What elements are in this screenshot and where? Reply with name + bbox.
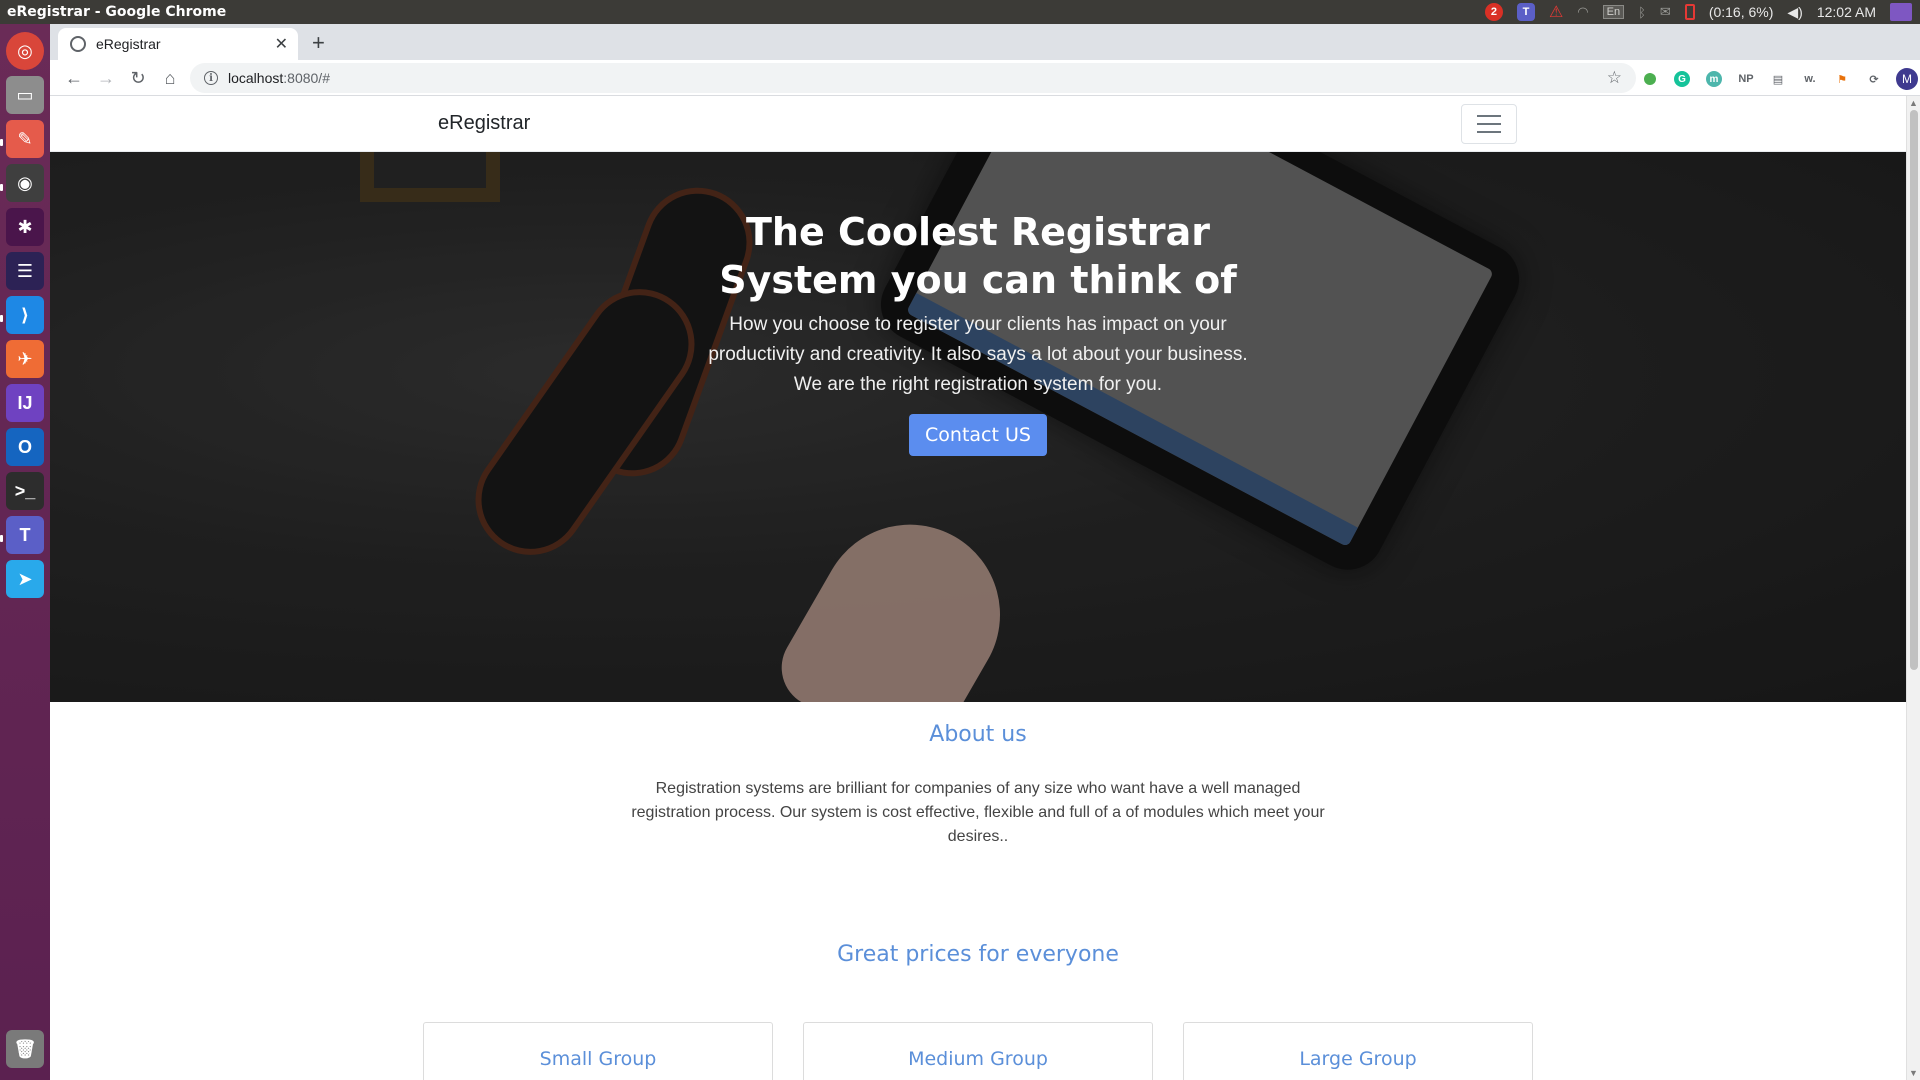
hero-title: The Coolest Registrar System you can thi… [719, 210, 1237, 302]
scroll-down-arrow-icon[interactable]: ▼ [1909, 1068, 1918, 1078]
running-indicator [0, 535, 3, 542]
document-viewer-icon[interactable]: ✎ [6, 120, 44, 158]
plan-title: Medium Group [908, 1048, 1048, 1070]
keyboard-layout-indicator[interactable]: En [1602, 5, 1625, 19]
trash-icon[interactable]: 🗑 [6, 1030, 44, 1068]
new-tab-button[interactable]: + [312, 30, 325, 56]
hero-subtitle: How you choose to register your clients … [708, 314, 1248, 395]
battery-icon[interactable] [1684, 4, 1695, 20]
eclipse-icon[interactable]: ☰ [6, 252, 44, 290]
volume-icon[interactable]: ◀) [1787, 4, 1802, 21]
postman-icon[interactable]: ✈ [6, 340, 44, 378]
window-title: eRegistrar - Google Chrome [7, 4, 227, 20]
warning-icon[interactable]: ⚠ [1549, 2, 1563, 22]
site-brand[interactable]: eRegistrar [438, 112, 530, 135]
forward-arrow-icon[interactable]: → [94, 66, 118, 90]
about-section: About us Registration systems are brilli… [50, 722, 1906, 849]
reload-icon[interactable]: ↻ [126, 66, 150, 90]
outlook-icon[interactable]: O [6, 428, 44, 466]
page-scrollbar[interactable]: ▲ ▼ [1906, 96, 1920, 1080]
system-tray: 2 T ⚠ ◠ En ᛒ ✉ (0:16, 6%) ◀) 12:02 AM [1484, 0, 1912, 24]
web-page: eRegistrar The Coolest Registrar System … [50, 96, 1906, 1080]
teams-tray-icon[interactable]: T [1516, 3, 1535, 21]
os-top-bar: eRegistrar - Google Chrome 2 T ⚠ ◠ En ᛒ … [0, 0, 1920, 24]
hamburger-line [1477, 123, 1501, 125]
plan-title: Large Group [1299, 1048, 1417, 1070]
hamburger-line [1477, 131, 1501, 133]
chrome-icon[interactable]: ◉ [6, 164, 44, 202]
running-indicator [0, 184, 3, 191]
grammarly-extension-icon[interactable]: G [1672, 69, 1692, 89]
home-icon[interactable]: ⌂ [158, 66, 182, 90]
plan-title: Small Group [539, 1048, 657, 1070]
plan-card-small[interactable]: Small Group [423, 1022, 773, 1080]
tab-strip: eRegistrar ✕ + [50, 24, 1920, 60]
bookmark-star-icon[interactable]: ☆ [1607, 68, 1622, 88]
running-indicator [0, 315, 3, 322]
hamburger-line [1477, 115, 1501, 117]
app-launcher: ◎ ▭ ✎ ◉ ✱ ☰ ⟩ ✈ IJ O >_ T ➤ 🗑 [0, 24, 50, 1080]
green-status-extension-icon[interactable] [1640, 69, 1660, 89]
wifi-icon[interactable]: ◠ [1577, 4, 1588, 20]
url-path: :8080/# [283, 70, 330, 86]
mail-icon[interactable]: ✉ [1660, 4, 1671, 20]
close-tab-icon[interactable]: ✕ [275, 34, 288, 54]
extensions-row: G m NP ▤ w. ⚑ ⟳ M ⋮ [1640, 68, 1920, 90]
file-manager-icon[interactable]: ▭ [6, 76, 44, 114]
hero-section: The Coolest Registrar System you can thi… [50, 152, 1906, 702]
about-text: Registration systems are brilliant for c… [631, 780, 1325, 845]
plan-card-medium[interactable]: Medium Group [803, 1022, 1153, 1080]
sync-extension-icon[interactable]: ⟳ [1864, 69, 1884, 89]
ubuntu-dash-icon[interactable]: ◎ [6, 32, 44, 70]
back-arrow-icon[interactable]: ← [62, 66, 86, 90]
pricing-title: Great prices for everyone [837, 942, 1119, 967]
terminal-icon[interactable]: >_ [6, 472, 44, 510]
url-host: localhost [228, 70, 284, 86]
slack-icon[interactable]: ✱ [6, 208, 44, 246]
site-info-icon[interactable]: i [204, 71, 218, 85]
about-title: About us [929, 722, 1027, 747]
pricing-section: Great prices for everyone [50, 942, 1906, 967]
plan-card-large[interactable]: Large Group [1183, 1022, 1533, 1080]
clock[interactable]: 12:02 AM [1817, 4, 1876, 20]
site-navbar: eRegistrar [50, 96, 1906, 152]
vscode-icon[interactable]: ⟩ [6, 296, 44, 334]
telegram-icon[interactable]: ➤ [6, 560, 44, 598]
w-extension-icon[interactable]: w. [1800, 69, 1820, 89]
np-extension-icon[interactable]: NP [1736, 69, 1756, 89]
address-bar[interactable]: i localhost:8080/# ☆ [190, 63, 1636, 93]
contact-us-button[interactable]: Contact US [909, 414, 1047, 456]
scroll-up-arrow-icon[interactable]: ▲ [1909, 98, 1918, 108]
profile-avatar[interactable]: M [1896, 68, 1918, 90]
running-indicator [0, 139, 3, 146]
globe-icon [70, 36, 86, 52]
browser-toolbar: ← → ↻ ⌂ i localhost:8080/# ☆ G m NP ▤ w.… [50, 60, 1920, 96]
notification-badge-icon[interactable]: 2 [1484, 3, 1503, 21]
scrollbar-thumb[interactable] [1910, 110, 1918, 670]
intellij-icon[interactable]: IJ [6, 384, 44, 422]
tab-title: eRegistrar [96, 36, 161, 52]
session-menu-icon[interactable] [1890, 3, 1912, 21]
pricing-cards: Small Group Medium Group Large Group [50, 1022, 1906, 1080]
tag-extension-icon[interactable]: ⚑ [1832, 69, 1852, 89]
slides-extension-icon[interactable]: ▤ [1768, 69, 1788, 89]
hero-content: The Coolest Registrar System you can thi… [50, 208, 1906, 456]
battery-status[interactable]: (0:16, 6%) [1709, 4, 1774, 20]
navbar-toggle-button[interactable] [1461, 104, 1517, 144]
browser-tab[interactable]: eRegistrar ✕ [58, 28, 298, 60]
m-extension-icon[interactable]: m [1704, 69, 1724, 89]
teams-icon[interactable]: T [6, 516, 44, 554]
bluetooth-icon[interactable]: ᛒ [1638, 5, 1646, 20]
